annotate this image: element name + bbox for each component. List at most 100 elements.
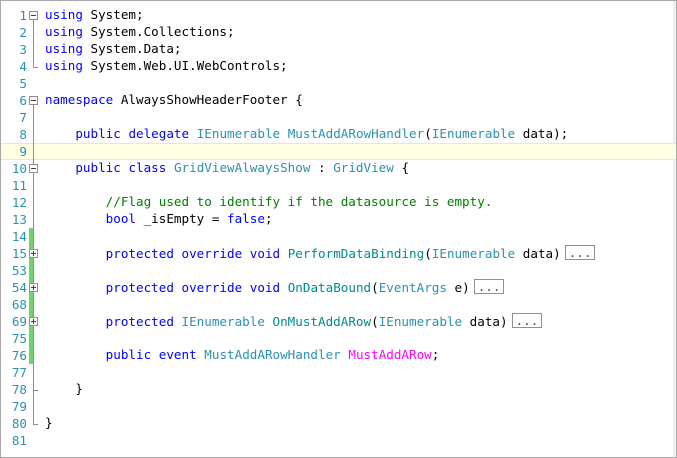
code-token: System.Web.UI.WebControls; bbox=[82, 58, 288, 73]
code-token: MustAddARowHandler bbox=[204, 347, 341, 362]
line-number: 15 bbox=[11, 246, 27, 261]
fold-toggle-onmustaddarow[interactable] bbox=[29, 317, 38, 326]
code-line[interactable]: 2 using System.Collections; bbox=[1, 24, 676, 41]
code-token: OnMustAddARow bbox=[272, 314, 372, 329]
code-line[interactable]: 10 public class GridViewAlwaysShow : Gri… bbox=[1, 160, 676, 177]
code-text: namespace AlwaysShowHeaderFooter { bbox=[45, 92, 303, 108]
expand-icon bbox=[31, 251, 36, 256]
fold-toggle-ondatabound[interactable] bbox=[29, 283, 38, 292]
code-token: ( bbox=[424, 246, 432, 261]
current-line[interactable]: 9 bbox=[1, 143, 676, 160]
code-token: : bbox=[310, 160, 334, 175]
code-line[interactable]: 68 bbox=[1, 296, 676, 313]
code-line[interactable]: 78 } bbox=[1, 381, 676, 398]
code-line[interactable]: 5 bbox=[1, 75, 676, 92]
code-text: bool _isEmpty = false; bbox=[45, 211, 273, 227]
line-number: 12 bbox=[11, 195, 27, 210]
code-token: override bbox=[181, 280, 243, 295]
line-number: 78 bbox=[11, 382, 27, 397]
code-token: using bbox=[45, 24, 83, 39]
line-number: 1 bbox=[19, 8, 27, 23]
code-token: protected bbox=[105, 280, 174, 295]
line-number: 10 bbox=[11, 161, 27, 176]
code-token: data) bbox=[462, 314, 508, 329]
line-number: 6 bbox=[19, 93, 27, 108]
code-line[interactable]: 4 using System.Web.UI.WebControls; bbox=[1, 58, 676, 75]
code-line[interactable]: 69 protected IEnumerable OnMustAddARow(I… bbox=[1, 313, 676, 330]
code-editor[interactable]: 1 using System; 2 using System.Collections;… bbox=[0, 0, 677, 458]
code-line[interactable]: 14 bbox=[1, 228, 676, 245]
code-token: protected bbox=[105, 246, 174, 261]
code-line[interactable]: 15 protected override void PerformDataBi… bbox=[1, 245, 676, 262]
code-token: e) bbox=[446, 280, 470, 295]
code-token: GridViewAlwaysShow bbox=[173, 160, 311, 175]
code-token: GridView bbox=[333, 160, 394, 175]
code-token: System; bbox=[82, 7, 144, 22]
code-line[interactable]: 54 protected override void OnDataBound(E… bbox=[1, 279, 676, 296]
collapsed-region-button[interactable]: ... bbox=[473, 279, 505, 294]
code-token: void bbox=[249, 246, 281, 261]
code-token: IEnumerable bbox=[181, 314, 265, 329]
line-number: 9 bbox=[19, 144, 27, 159]
code-line[interactable]: 75 bbox=[1, 330, 676, 347]
line-number: 3 bbox=[19, 42, 27, 57]
code-line[interactable]: 1 using System; bbox=[1, 7, 676, 24]
code-line[interactable]: 81 bbox=[1, 432, 676, 449]
line-number: 2 bbox=[19, 25, 27, 40]
code-line[interactable]: 77 bbox=[1, 364, 676, 381]
code-token: OnDataBound bbox=[287, 280, 372, 295]
code-line[interactable]: 76 public event MustAddARowHandler MustA… bbox=[1, 347, 676, 364]
code-token: IEnumerable bbox=[431, 126, 516, 141]
code-token: namespace bbox=[45, 92, 114, 107]
code-line[interactable]: 79 bbox=[1, 398, 676, 415]
code-token: bool bbox=[105, 211, 137, 226]
collapsed-region-button[interactable]: ... bbox=[564, 245, 596, 260]
code-text: public event MustAddARowHandler MustAddA… bbox=[45, 347, 440, 363]
code-line[interactable]: 8 public delegate IEnumerable MustAddARo… bbox=[1, 126, 676, 143]
line-number: 81 bbox=[11, 433, 27, 448]
code-token: MustAddARow bbox=[348, 347, 432, 362]
line-number: 7 bbox=[19, 110, 27, 125]
code-token: ; bbox=[264, 211, 273, 226]
line-number: 79 bbox=[11, 399, 27, 414]
code-line[interactable]: 13 bool _isEmpty = false; bbox=[1, 211, 676, 228]
code-token: IEnumerable bbox=[196, 126, 281, 141]
code-token: EventArgs bbox=[378, 280, 447, 295]
line-number: 5 bbox=[19, 76, 27, 91]
code-token: ( bbox=[371, 314, 379, 329]
code-text: public delegate IEnumerable MustAddARowH… bbox=[45, 126, 568, 142]
code-token: using bbox=[45, 41, 83, 56]
code-line[interactable]: 11 bbox=[1, 177, 676, 194]
collapse-icon bbox=[31, 15, 36, 16]
code-line[interactable]: 80} bbox=[1, 415, 676, 432]
code-token: public bbox=[75, 160, 121, 175]
code-line[interactable]: 6 namespace AlwaysShowHeaderFooter { bbox=[1, 92, 676, 109]
fold-toggle-performdatabinding[interactable] bbox=[29, 249, 38, 258]
collapse-icon bbox=[31, 168, 36, 169]
collapsed-region-button[interactable]: ... bbox=[511, 313, 543, 328]
line-number: 11 bbox=[11, 178, 27, 193]
line-number: 76 bbox=[11, 348, 27, 363]
code-token: protected bbox=[105, 314, 174, 329]
code-token: MustAddARowHandler bbox=[287, 126, 425, 141]
code-token: { bbox=[393, 160, 410, 175]
code-line[interactable]: 12 //Flag used to identify if the dataso… bbox=[1, 194, 676, 211]
code-text: protected IEnumerable OnMustAddARow(IEnu… bbox=[45, 313, 543, 330]
code-line[interactable]: 7 bbox=[1, 109, 676, 126]
code-line[interactable]: 3 using System.Data; bbox=[1, 41, 676, 58]
code-line[interactable]: 53 bbox=[1, 262, 676, 279]
